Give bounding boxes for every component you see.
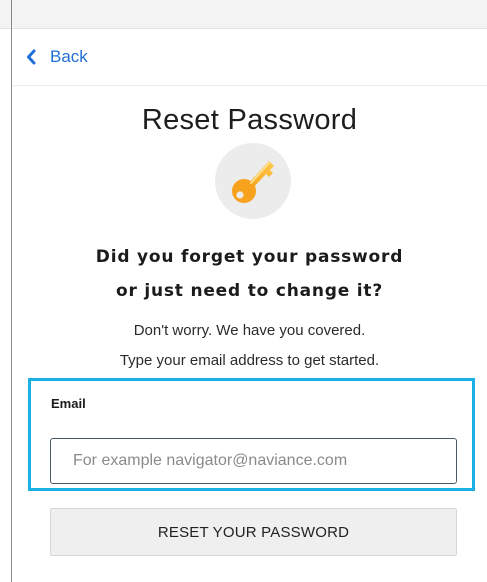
back-row: Back <box>12 29 487 86</box>
email-input[interactable] <box>50 438 457 484</box>
prompt-heading-line-2: or just need to change it? <box>115 281 384 301</box>
chevron-left-icon <box>27 49 36 65</box>
prompt-heading: Did you forget your password or just nee… <box>12 240 487 308</box>
page-title: Reset Password <box>141 104 358 136</box>
instructions-line-2: Type your email address to get started. <box>119 352 380 369</box>
reset-password-button[interactable]: RESET YOUR PASSWORD <box>50 508 457 556</box>
back-button[interactable]: Back <box>26 46 88 68</box>
top-bar <box>0 0 487 29</box>
key-icon-badge <box>215 143 291 219</box>
key-icon <box>232 161 274 203</box>
instructions: Don't worry. We have you covered. Type y… <box>12 316 487 376</box>
back-label: Back <box>50 47 88 66</box>
prompt-heading-line-1: Did you forget your password <box>95 247 404 267</box>
instructions-line-1: Don't worry. We have you covered. <box>133 322 366 339</box>
email-field-highlight: Email <box>28 378 475 491</box>
email-label: Email <box>51 396 86 411</box>
